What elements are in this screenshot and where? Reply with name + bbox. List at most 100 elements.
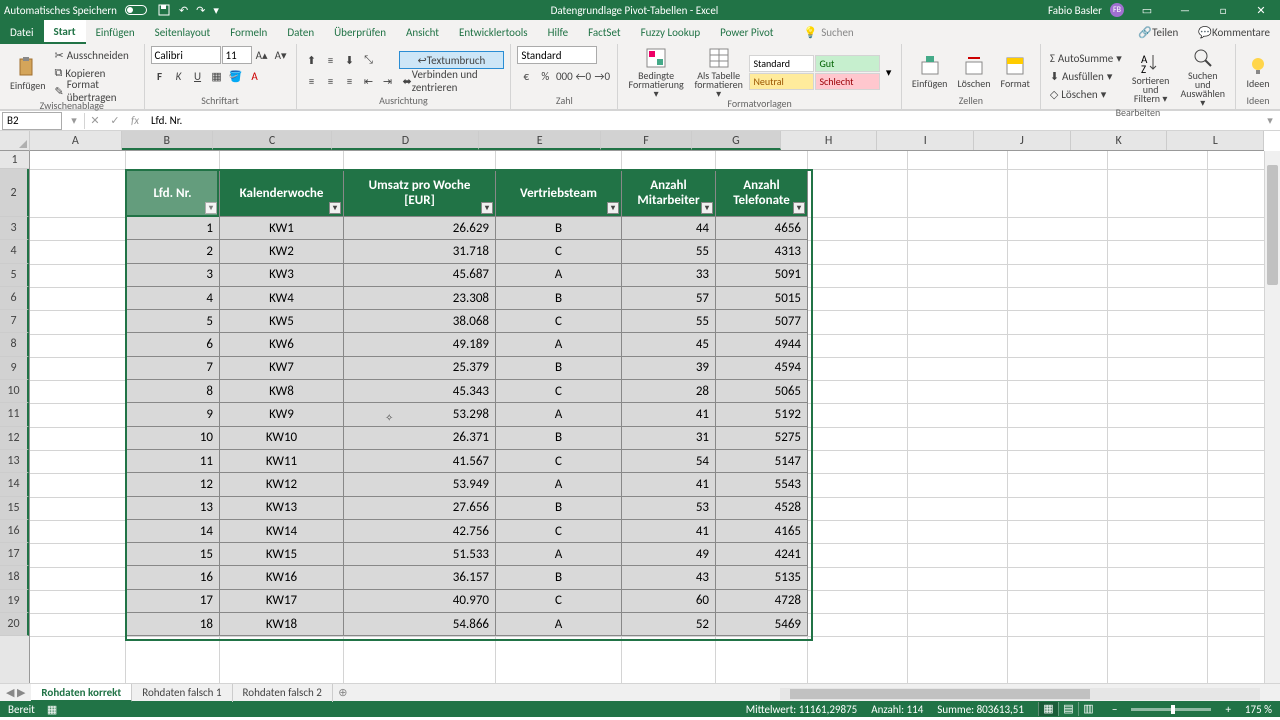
conditional-formatting-button[interactable]: BedingteFormatierung ▾ bbox=[624, 46, 688, 98]
font-color-icon[interactable]: A bbox=[246, 67, 264, 85]
cancel-formula-icon[interactable]: ✕ bbox=[85, 114, 105, 127]
table-cell[interactable]: C bbox=[496, 449, 622, 472]
table-row[interactable]: 17KW1740.970C604728 bbox=[126, 589, 808, 612]
align-center-icon[interactable]: ≡ bbox=[322, 72, 340, 90]
table-header[interactable]: Lfd. Nr.▾ bbox=[126, 170, 220, 217]
table-cell[interactable]: 5192 bbox=[716, 403, 808, 426]
col-header-B[interactable]: B bbox=[122, 131, 213, 150]
col-header-I[interactable]: I bbox=[877, 131, 974, 150]
table-cell[interactable]: 5469 bbox=[716, 613, 808, 636]
table-row[interactable]: 1KW126.629B444656 bbox=[126, 217, 808, 240]
view-page-icon[interactable]: ▤ bbox=[1058, 702, 1078, 716]
table-row[interactable]: 6KW649.189A454944 bbox=[126, 333, 808, 356]
table-cell[interactable]: 25.379 bbox=[344, 356, 496, 379]
avatar[interactable]: FB bbox=[1110, 3, 1124, 17]
fill-color-icon[interactable]: 🪣 bbox=[227, 67, 245, 85]
table-cell[interactable]: 27.656 bbox=[344, 496, 496, 519]
tab-view[interactable]: Ansicht bbox=[396, 20, 449, 44]
format-painter-button[interactable]: ✎Format übertragen bbox=[52, 82, 138, 100]
table-cell[interactable]: 5091 bbox=[716, 263, 808, 286]
zoom-level[interactable]: 175 % bbox=[1245, 703, 1272, 716]
col-header-D[interactable]: D bbox=[332, 131, 479, 150]
table-cell[interactable]: C bbox=[496, 240, 622, 263]
table-cell[interactable]: 60 bbox=[622, 589, 716, 612]
name-dropdown-icon[interactable]: ▾ bbox=[64, 114, 84, 127]
table-cell[interactable]: KW10 bbox=[220, 426, 344, 449]
row-header-5[interactable]: 5 bbox=[0, 264, 29, 287]
table-cell[interactable]: B bbox=[496, 217, 622, 240]
table-row[interactable]: 16KW1636.157B435135 bbox=[126, 566, 808, 589]
minimize-icon[interactable]: — bbox=[1170, 0, 1200, 20]
table-header[interactable]: Vertriebsteam▾ bbox=[496, 170, 622, 217]
table-cell[interactable]: 39 bbox=[622, 356, 716, 379]
table-cell[interactable]: 5065 bbox=[716, 380, 808, 403]
bold-button[interactable]: F bbox=[151, 67, 169, 85]
table-cell[interactable]: 5275 bbox=[716, 426, 808, 449]
add-sheet-button[interactable]: ⊕ bbox=[333, 686, 353, 699]
table-cell[interactable]: 38.068 bbox=[344, 310, 496, 333]
tab-powerpivot[interactable]: Power Pivot bbox=[710, 20, 783, 44]
find-select-button[interactable]: Suchen undAuswählen ▾ bbox=[1177, 46, 1230, 107]
horizontal-scrollbar[interactable] bbox=[780, 688, 1260, 700]
table-cell[interactable]: 10 bbox=[126, 426, 220, 449]
table-cell[interactable]: KW9 bbox=[220, 403, 344, 426]
filter-button[interactable]: ▾ bbox=[205, 202, 217, 214]
table-cell[interactable]: 52 bbox=[622, 613, 716, 636]
percent-icon[interactable]: % bbox=[536, 67, 554, 85]
table-header[interactable]: Kalenderwoche▾ bbox=[220, 170, 344, 217]
table-row[interactable]: 11KW1141.567C545147 bbox=[126, 449, 808, 472]
row-header-2[interactable]: 2 bbox=[0, 169, 29, 217]
expand-formula-icon[interactable]: ▾ bbox=[1260, 114, 1280, 127]
sheet-tab-3[interactable]: Rohdaten falsch 2 bbox=[233, 684, 333, 702]
sheet-tab-1[interactable]: Rohdaten korrekt bbox=[31, 684, 132, 702]
table-cell[interactable]: 23.308 bbox=[344, 286, 496, 309]
table-header[interactable]: Anzahl Mitarbeiter▾ bbox=[622, 170, 716, 217]
table-cell[interactable]: KW7 bbox=[220, 356, 344, 379]
col-header-H[interactable]: H bbox=[781, 131, 878, 150]
table-cell[interactable]: KW4 bbox=[220, 286, 344, 309]
table-cell[interactable]: C bbox=[496, 380, 622, 403]
format-cells-button[interactable]: Format bbox=[997, 54, 1034, 88]
table-cell[interactable]: KW18 bbox=[220, 613, 344, 636]
currency-icon[interactable]: € bbox=[517, 67, 535, 85]
col-header-L[interactable]: L bbox=[1167, 131, 1264, 150]
table-cell[interactable]: 54 bbox=[622, 449, 716, 472]
tab-formulas[interactable]: Formeln bbox=[220, 20, 277, 44]
table-cell[interactable]: B bbox=[496, 426, 622, 449]
table-cell[interactable]: 11 bbox=[126, 449, 220, 472]
table-cell[interactable]: 28 bbox=[622, 380, 716, 403]
row-header-19[interactable]: 19 bbox=[0, 590, 29, 613]
font-size-select[interactable]: 11 bbox=[222, 46, 252, 64]
zoom-slider[interactable] bbox=[1131, 708, 1211, 711]
col-header-A[interactable]: A bbox=[30, 131, 122, 150]
ribbon-mode-icon[interactable]: ▭ bbox=[1132, 0, 1162, 20]
row-header-17[interactable]: 17 bbox=[0, 543, 29, 566]
table-cell[interactable]: 5077 bbox=[716, 310, 808, 333]
view-normal-icon[interactable]: ▦ bbox=[1038, 702, 1058, 716]
table-row[interactable]: 4KW423.308B575015 bbox=[126, 286, 808, 309]
table-cell[interactable]: 4656 bbox=[716, 217, 808, 240]
table-row[interactable]: 7KW725.379B394594 bbox=[126, 356, 808, 379]
clear-button[interactable]: ◇Löschen ▾ bbox=[1047, 86, 1125, 104]
table-cell[interactable]: 54.866 bbox=[344, 613, 496, 636]
sheet-tab-2[interactable]: Rohdaten falsch 1 bbox=[132, 684, 232, 702]
table-cell[interactable]: 45.343 bbox=[344, 380, 496, 403]
table-header[interactable]: Anzahl Telefonate▾ bbox=[716, 170, 808, 217]
col-header-K[interactable]: K bbox=[1071, 131, 1168, 150]
table-cell[interactable]: 31 bbox=[622, 426, 716, 449]
row-header-13[interactable]: 13 bbox=[0, 450, 29, 473]
table-cell[interactable]: 4241 bbox=[716, 543, 808, 566]
style-standard[interactable]: Standard bbox=[749, 55, 814, 72]
filter-button[interactable]: ▾ bbox=[793, 202, 805, 214]
tab-pagelayout[interactable]: Seitenlayout bbox=[145, 20, 221, 44]
table-cell[interactable]: 5015 bbox=[716, 286, 808, 309]
table-row[interactable]: 15KW1551.533A494241 bbox=[126, 543, 808, 566]
borders-icon[interactable]: ▦ bbox=[208, 67, 226, 85]
decrease-font-icon[interactable]: A▾ bbox=[272, 46, 290, 64]
table-cell[interactable]: 8 bbox=[126, 380, 220, 403]
table-cell[interactable]: 31.718 bbox=[344, 240, 496, 263]
table-cell[interactable]: 4165 bbox=[716, 519, 808, 542]
align-right-icon[interactable]: ≡ bbox=[341, 72, 359, 90]
table-cell[interactable]: A bbox=[496, 403, 622, 426]
row-header-15[interactable]: 15 bbox=[0, 497, 29, 520]
